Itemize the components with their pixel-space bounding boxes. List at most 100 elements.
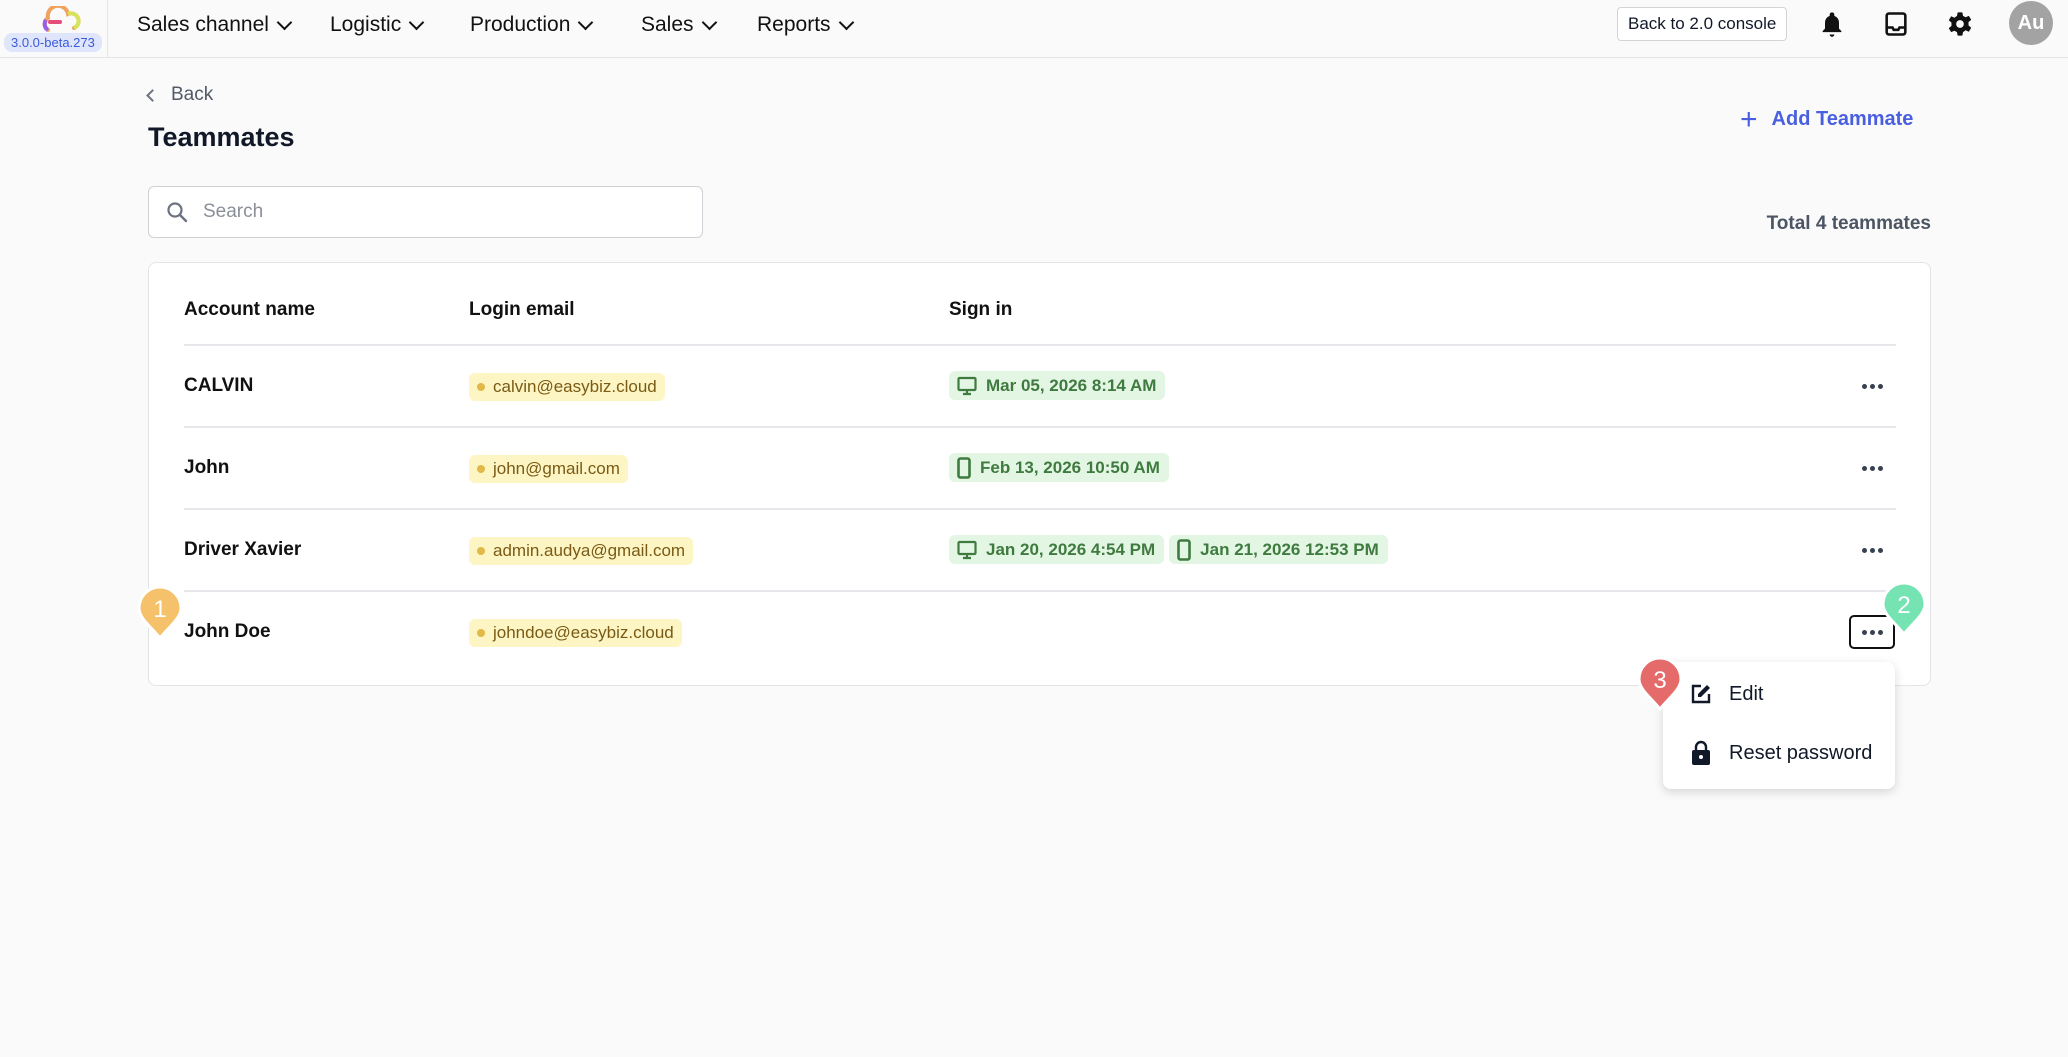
step-marker-2: 2 — [1881, 581, 1927, 636]
mobile-icon — [957, 456, 971, 479]
status-dot — [477, 629, 485, 637]
row-actions-button[interactable] — [1849, 451, 1895, 485]
email-text: john@gmail.com — [493, 459, 620, 478]
more-icon — [1869, 629, 1875, 635]
marker-label: 2 — [1897, 592, 1910, 619]
login-email-badge: calvin@easybiz.cloud — [469, 373, 665, 401]
inbox-icon[interactable] — [1882, 10, 1910, 38]
teammates-table: Account name Login email Sign in CALVIN … — [148, 262, 1931, 686]
total-count: Total 4 teammates — [1766, 213, 1931, 234]
nav-label: Reports — [757, 13, 831, 36]
more-icon — [1861, 383, 1867, 389]
status-dot — [477, 465, 485, 473]
desktop-icon — [957, 540, 977, 560]
more-icon — [1877, 547, 1883, 553]
menu-item-label: Edit — [1729, 682, 1764, 705]
gear-icon[interactable] — [1946, 10, 1974, 38]
sign-in-list: Mar 05, 2026 8:14 AM — [949, 371, 1166, 400]
account-name: Driver Xavier — [184, 539, 302, 560]
column-header-account-name: Account name — [184, 299, 315, 320]
more-icon — [1861, 629, 1867, 635]
row-actions-menu: Edit Reset password — [1663, 662, 1895, 789]
divider — [107, 0, 108, 58]
sign-in-list: Feb 13, 2026 10:50 AM — [949, 453, 1169, 482]
search-box — [148, 186, 703, 238]
login-email-badge: johndoe@easybiz.cloud — [469, 619, 682, 647]
chevron-left-icon — [146, 88, 159, 102]
app-logo[interactable] — [38, 6, 84, 34]
login-email-badge: john@gmail.com — [469, 455, 628, 483]
column-header-login-email: Login email — [469, 299, 575, 320]
nav-production[interactable]: Production — [470, 13, 594, 37]
nav-label: Production — [470, 13, 571, 36]
nav-sales[interactable]: Sales — [641, 13, 717, 37]
marker-label: 1 — [153, 596, 166, 623]
email-text: admin.audya@gmail.com — [493, 541, 686, 560]
nav-logistic[interactable]: Logistic — [330, 13, 425, 37]
nav-reports[interactable]: Reports — [757, 13, 854, 37]
column-header-sign-in: Sign in — [949, 299, 1013, 320]
avatar[interactable]: Au — [2009, 1, 2053, 45]
add-teammate-label: Add Teammate — [1771, 108, 1914, 130]
sign-in-badge: Jan 21, 2026 12:53 PM — [1169, 535, 1388, 564]
back-to-console-button[interactable]: Back to 2.0 console — [1617, 7, 1788, 41]
menu-item-reset-password[interactable]: Reset password — [1689, 740, 1872, 766]
chevron-down-icon — [276, 14, 293, 30]
more-icon — [1877, 383, 1883, 389]
version-badge: 3.0.0-beta.273 — [4, 33, 102, 52]
chevron-down-icon — [578, 14, 594, 30]
bell-icon[interactable] — [1818, 10, 1846, 38]
sign-in-badge: Jan 20, 2026 4:54 PM — [949, 535, 1165, 564]
sign-in-time: Jan 21, 2026 12:53 PM — [1200, 540, 1379, 559]
status-dot — [477, 383, 485, 391]
sign-in-badge: Feb 13, 2026 10:50 AM — [949, 453, 1169, 482]
more-icon — [1877, 465, 1883, 471]
chevron-down-icon — [701, 14, 717, 30]
chevron-down-icon — [838, 14, 854, 30]
account-name: John Doe — [184, 621, 271, 642]
step-marker-3: 3 — [1637, 656, 1683, 711]
login-email-badge: admin.audya@gmail.com — [469, 537, 694, 565]
table-row: Driver Xavier admin.audya@gmail.com Jan … — [149, 509, 1930, 591]
more-icon — [1861, 547, 1867, 553]
table-row: John john@gmail.com Feb 13, 2026 10:50 A… — [149, 427, 1930, 509]
account-name: CALVIN — [184, 375, 254, 396]
search-icon — [167, 202, 188, 223]
lock-icon — [1692, 740, 1710, 765]
nav-label: Logistic — [330, 13, 402, 36]
sign-in-time: Mar 05, 2026 8:14 AM — [986, 376, 1157, 395]
status-dot — [477, 547, 485, 555]
search-input[interactable] — [203, 201, 663, 223]
nav-label: Sales — [641, 13, 694, 36]
more-icon — [1869, 383, 1875, 389]
menu-item-edit[interactable]: Edit — [1689, 682, 1763, 706]
marker-label: 3 — [1653, 667, 1666, 694]
email-text: johndoe@easybiz.cloud — [493, 623, 674, 642]
chevron-down-icon — [408, 14, 425, 30]
email-text: calvin@easybiz.cloud — [493, 377, 657, 396]
row-actions-button[interactable] — [1849, 533, 1895, 567]
plus-icon: + — [1740, 102, 1758, 136]
mobile-icon — [1177, 538, 1191, 561]
menu-item-label: Reset password — [1729, 741, 1873, 764]
top-navbar: 3.0.0-beta.273 Sales channel Logistic Pr… — [0, 0, 2068, 58]
sign-in-time: Jan 20, 2026 4:54 PM — [986, 540, 1156, 559]
more-icon — [1869, 547, 1875, 553]
add-teammate-button[interactable]: + Add Teammate — [1740, 102, 1914, 136]
step-marker-1: 1 — [137, 585, 183, 640]
page-title: Teammates — [148, 122, 295, 152]
sign-in-time: Feb 13, 2026 10:50 AM — [980, 458, 1160, 477]
back-label: Back — [171, 84, 214, 105]
nav-label: Sales channel — [137, 13, 269, 36]
sign-in-badge: Mar 05, 2026 8:14 AM — [949, 371, 1166, 400]
back-link[interactable]: Back — [146, 84, 214, 106]
more-icon — [1869, 465, 1875, 471]
desktop-icon — [957, 376, 977, 396]
nav-sales-channel[interactable]: Sales channel — [137, 13, 293, 37]
edit-icon — [1691, 684, 1711, 704]
sign-in-list: Jan 20, 2026 4:54 PM Jan 21, 2026 12:53 P… — [949, 535, 1388, 564]
account-name: John — [184, 457, 230, 478]
row-actions-button[interactable] — [1849, 369, 1895, 403]
table-row: CALVIN calvin@easybiz.cloud Mar 05, 2026… — [149, 345, 1930, 427]
more-icon — [1861, 465, 1867, 471]
